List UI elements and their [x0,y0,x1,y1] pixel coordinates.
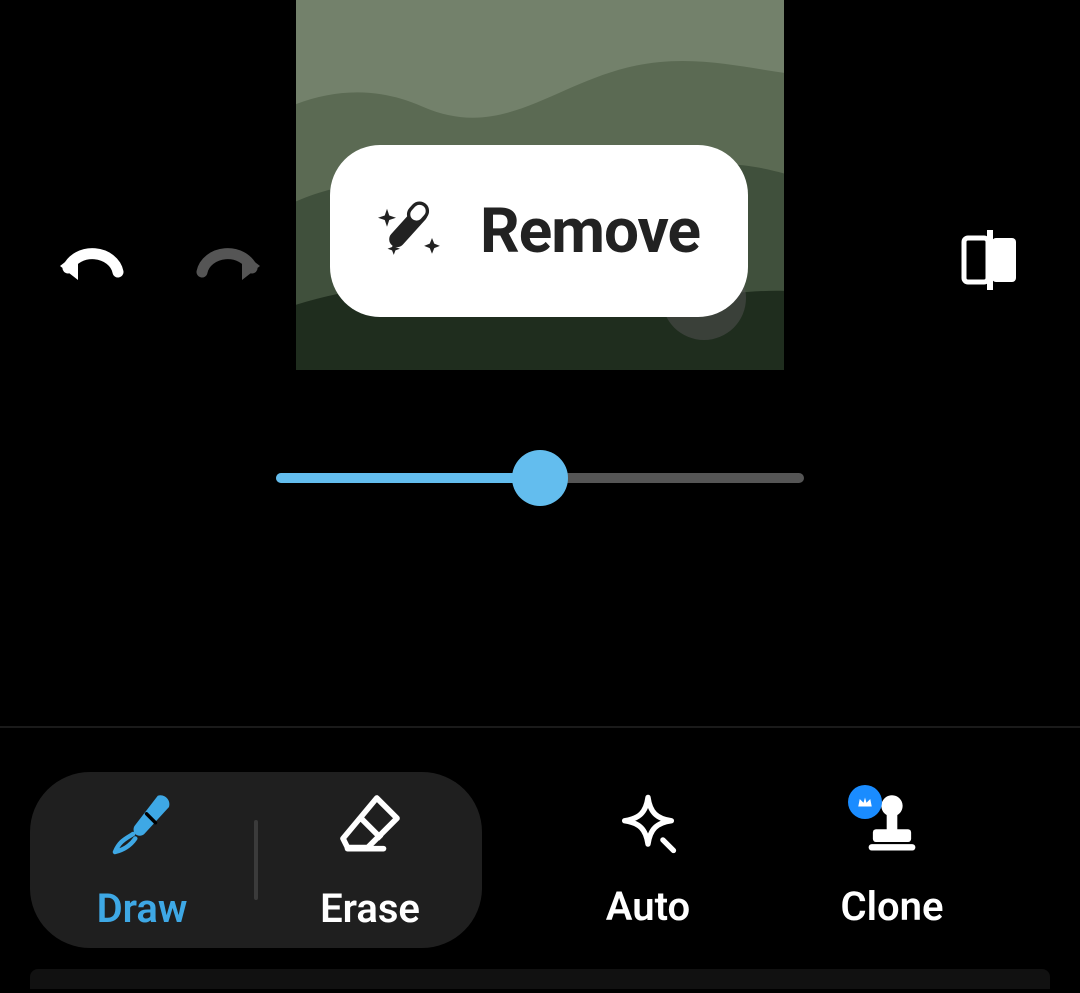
bottom-handle [30,969,1050,989]
tool-clone[interactable]: Clone [792,772,992,948]
tool-erase[interactable]: Erase [258,772,482,948]
slider-thumb[interactable] [512,450,568,506]
remove-button[interactable]: Remove [330,145,748,317]
remove-button-label: Remove [480,195,700,268]
tool-auto-label: Auto [606,883,690,930]
stamp-icon [858,791,926,863]
eraser-icon [334,789,406,865]
magic-wand-icon [378,193,450,269]
draw-erase-group: Draw Erase [30,772,482,948]
redo-button[interactable] [194,238,264,290]
brush-size-slider[interactable] [276,448,804,508]
tool-erase-label: Erase [320,885,420,932]
tool-draw-label: Draw [97,885,188,932]
crown-icon [856,793,874,811]
undo-icon [56,238,126,286]
section-divider [0,726,1080,728]
undo-button[interactable] [56,238,126,290]
brush-icon [106,789,178,865]
premium-badge [848,785,882,819]
compare-icon [960,228,1020,292]
tool-auto[interactable]: Auto [548,772,748,948]
tool-clone-label: Clone [840,883,943,930]
tool-row: Draw Erase Auto [0,760,1080,960]
tool-draw[interactable]: Draw [30,772,254,948]
sparkle-icon [614,791,682,863]
compare-button[interactable] [960,228,1020,296]
redo-icon [194,238,264,286]
slider-fill [276,473,540,483]
